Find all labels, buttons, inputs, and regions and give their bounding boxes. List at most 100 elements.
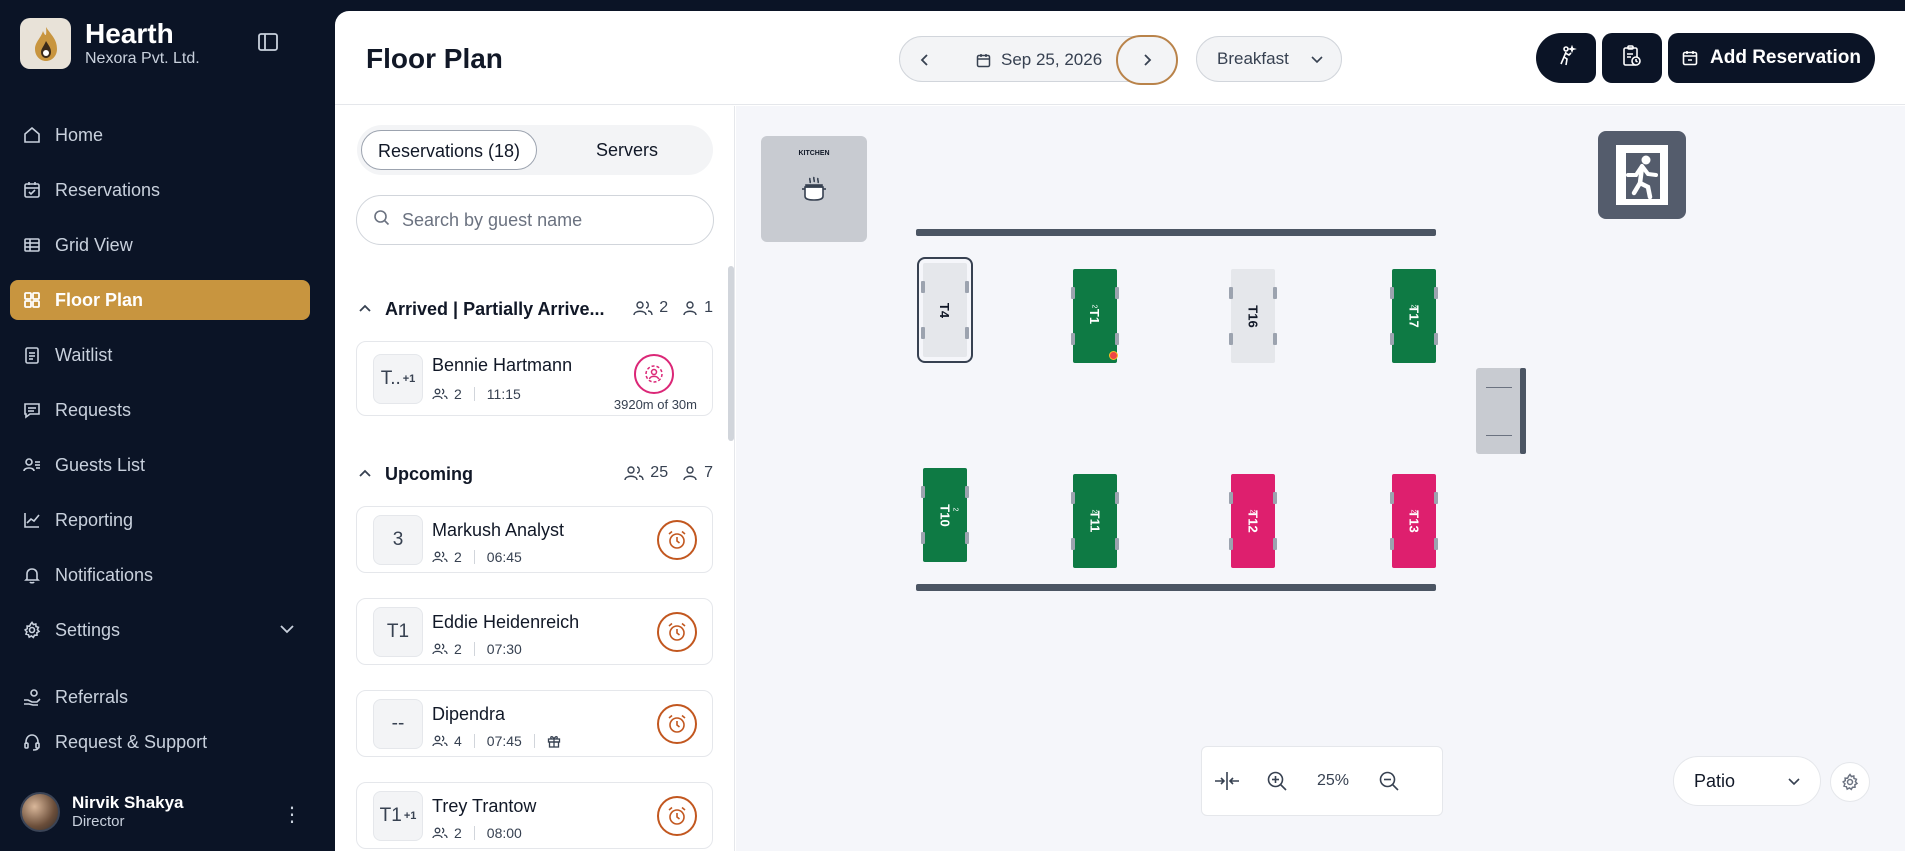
nav-item-requests[interactable]: Requests bbox=[10, 390, 310, 430]
grid-table-icon bbox=[22, 235, 42, 255]
reservation-card[interactable]: -- Dipendra 4 07:45 bbox=[356, 690, 713, 757]
shift-notes-button[interactable] bbox=[1602, 33, 1662, 83]
tab-reservations[interactable]: Reservations (18) bbox=[361, 130, 537, 170]
table-badge: T1 bbox=[373, 607, 423, 657]
chevron-down-icon[interactable] bbox=[278, 620, 296, 643]
table-t4[interactable]: T4 bbox=[917, 257, 973, 363]
brand[interactable]: Hearth Nexora Pvt. Ltd. bbox=[20, 18, 200, 69]
gear-icon bbox=[22, 620, 42, 640]
main-nav: Home Reservations Grid View Floor Plan W… bbox=[10, 115, 310, 665]
nav-item-grid-view[interactable]: Grid View bbox=[10, 225, 310, 265]
table-t17[interactable]: T17 2 bbox=[1390, 269, 1438, 363]
reservation-time: 07:45 bbox=[486, 733, 522, 749]
date-picker[interactable]: Sep 25, 2026 bbox=[976, 50, 1102, 70]
chevron-down-icon bbox=[1786, 773, 1802, 794]
chevron-left-icon[interactable] bbox=[914, 49, 936, 71]
floor-plan-canvas[interactable]: KITCHEN T4 T1 2 T16 T17 2 T10 2 T11 2 T1… bbox=[736, 106, 1905, 851]
reminder-button[interactable] bbox=[657, 520, 697, 560]
tab-servers[interactable]: Servers bbox=[545, 130, 709, 170]
date-navigator: Sep 25, 2026 bbox=[899, 35, 1178, 85]
more-vertical-icon[interactable]: ⋮ bbox=[282, 802, 302, 827]
current-date: Sep 25, 2026 bbox=[1001, 50, 1103, 69]
sidebar-toggle-icon[interactable] bbox=[258, 33, 280, 53]
nav-item-reservations[interactable]: Reservations bbox=[10, 170, 310, 210]
reservation-card[interactable]: T.. +1 Bennie Hartmann 2 11:15 3920m of 3… bbox=[356, 341, 713, 416]
floor-wall-top bbox=[916, 229, 1436, 236]
chevron-down-icon bbox=[1309, 51, 1325, 72]
users-icon bbox=[432, 388, 448, 400]
calendar-check-icon bbox=[22, 180, 42, 200]
chevron-right-icon[interactable] bbox=[1116, 35, 1178, 85]
nav-item-label: Home bbox=[55, 124, 104, 145]
table-t12[interactable]: T12 2 bbox=[1229, 474, 1277, 568]
users-icon bbox=[432, 643, 448, 655]
table-t11[interactable]: T11 2 bbox=[1071, 474, 1119, 568]
area-select[interactable]: Patio bbox=[1673, 756, 1821, 806]
zoom-out-button[interactable] bbox=[1364, 756, 1414, 806]
meal-period-select[interactable]: Breakfast bbox=[1196, 36, 1342, 82]
reservation-card[interactable]: T1 Eddie Heidenreich 2 07:30 bbox=[356, 598, 713, 665]
reminder-button[interactable] bbox=[657, 612, 697, 652]
nav-item-waitlist[interactable]: Waitlist bbox=[10, 335, 310, 375]
group-title: Arrived | Partially Arrive... bbox=[385, 298, 605, 319]
layout-grid-icon bbox=[22, 290, 42, 310]
reservation-card[interactable]: T1 +1 Trey Trantow 2 08:00 bbox=[356, 782, 713, 849]
page-title: Floor Plan bbox=[366, 43, 503, 74]
nav-item-reporting[interactable]: Reporting bbox=[10, 500, 310, 540]
user-name: Nirvik Shakya bbox=[72, 793, 184, 812]
group-header-arrived[interactable]: Arrived | Partially Arrive... 2 1 bbox=[357, 294, 713, 324]
page-header: Floor Plan Sep 25, 2026 Breakfast Add Re… bbox=[335, 11, 1905, 105]
panel-scrollbar[interactable] bbox=[728, 266, 734, 441]
walk-in-button[interactable] bbox=[1536, 33, 1596, 83]
nav-item-label: Reservations bbox=[55, 179, 161, 200]
table-t1[interactable]: T1 2 bbox=[1071, 269, 1119, 363]
user-profile[interactable]: Nirvik Shakya Director ⋮ bbox=[20, 792, 302, 832]
reservation-card[interactable]: 3 Markush Analyst 2 06:45 bbox=[356, 506, 713, 573]
table-badge: T.. +1 bbox=[373, 354, 423, 404]
brand-company: Nexora Pvt. Ltd. bbox=[85, 49, 200, 67]
nav-item-guests-list[interactable]: Guests List bbox=[10, 445, 310, 485]
nav-item-home[interactable]: Home bbox=[10, 115, 310, 155]
users-icon bbox=[432, 551, 448, 563]
reservation-meta: 2 07:30 bbox=[432, 641, 522, 657]
table-badge: 3 bbox=[373, 515, 423, 565]
nav-item-request-support[interactable]: Request & Support bbox=[10, 722, 310, 762]
clipboard-list-icon bbox=[22, 345, 42, 365]
fit-to-screen-button[interactable] bbox=[1202, 756, 1252, 806]
nav-item-notifications[interactable]: Notifications bbox=[10, 555, 310, 595]
main-panel: Floor Plan Sep 25, 2026 Breakfast Add Re… bbox=[335, 11, 1905, 851]
table-t10[interactable]: T10 2 bbox=[921, 468, 969, 562]
seated-guest-icon bbox=[645, 365, 663, 383]
reservations-panel: Reservations (18) Servers Arrived | Part… bbox=[335, 106, 735, 851]
chevron-up-icon[interactable] bbox=[357, 301, 377, 317]
nav-item-referrals[interactable]: Referrals bbox=[10, 677, 310, 717]
floor-settings-button[interactable] bbox=[1830, 762, 1870, 802]
table-t16[interactable]: T16 bbox=[1229, 269, 1277, 363]
brand-name: Hearth bbox=[85, 17, 174, 49]
reservation-time: 11:15 bbox=[486, 386, 521, 402]
table-t13[interactable]: T13 2 bbox=[1390, 474, 1438, 568]
reservation-time: 08:00 bbox=[486, 825, 522, 841]
cooking-pot-icon bbox=[799, 174, 829, 209]
users-icon bbox=[624, 466, 644, 481]
elapsed-time: 3920m of 30m bbox=[613, 397, 697, 412]
alarm-clock-icon bbox=[668, 806, 686, 825]
party-size: 4 bbox=[454, 733, 462, 749]
nav-item-settings[interactable]: Settings bbox=[10, 610, 310, 650]
add-reservation-button[interactable]: Add Reservation bbox=[1668, 33, 1875, 83]
table-badge: -- bbox=[373, 699, 423, 749]
reminder-button[interactable] bbox=[657, 704, 697, 744]
reminder-button[interactable] bbox=[657, 796, 697, 836]
zoom-in-button[interactable] bbox=[1252, 756, 1302, 806]
nav-item-floor-plan[interactable]: Floor Plan bbox=[10, 280, 310, 320]
panel-tabs: Reservations (18) Servers bbox=[357, 125, 713, 175]
guest-search-input[interactable] bbox=[402, 209, 692, 231]
group-header-upcoming[interactable]: Upcoming 25 7 bbox=[357, 459, 713, 489]
reservation-time: 07:30 bbox=[486, 641, 522, 657]
chevron-up-icon[interactable] bbox=[357, 466, 377, 482]
clipboard-clock-icon bbox=[1622, 44, 1642, 72]
avatar bbox=[20, 792, 60, 832]
user-role: Director bbox=[72, 813, 125, 830]
group-guests: 1 bbox=[704, 299, 713, 316]
seated-status-button[interactable] bbox=[634, 354, 674, 394]
